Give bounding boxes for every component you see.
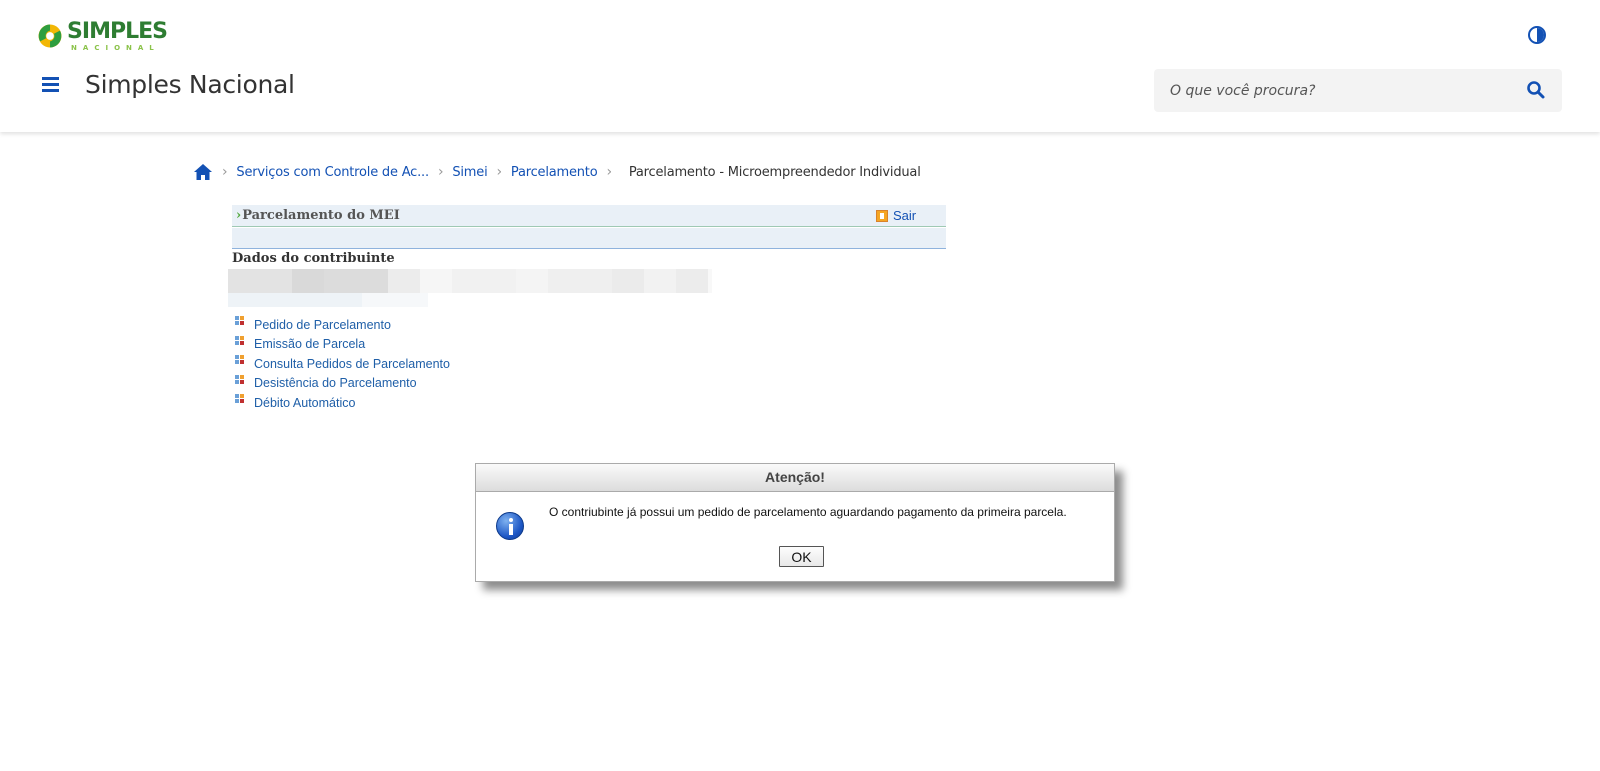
redacted-taxpayer-data bbox=[228, 269, 716, 293]
exit-icon bbox=[876, 209, 888, 222]
breadcrumb-current: Parcelamento - Microempreendedor Individ… bbox=[628, 164, 921, 180]
menu-bullet-icon bbox=[235, 355, 245, 367]
chevron-right-icon: › bbox=[236, 208, 242, 223]
chevron-right-icon: › bbox=[222, 164, 228, 180]
redacted-taxpayer-data-line2 bbox=[228, 293, 428, 307]
section-title: Dados do contribuinte bbox=[232, 251, 395, 266]
exit-label: Sair bbox=[893, 208, 917, 223]
menu-item-pedido-parcelamento[interactable]: Pedido de Parcelamento bbox=[235, 315, 450, 335]
panel-header: ›Parcelamento do MEI Sair bbox=[232, 205, 946, 227]
search-input[interactable] bbox=[1170, 69, 1520, 112]
panel-subheader bbox=[232, 228, 946, 249]
logo-word: SIMPLES bbox=[67, 18, 168, 44]
simples-nacional-logo[interactable]: SIMPLES NACIONAL bbox=[37, 17, 168, 55]
site-title: Simples Nacional bbox=[85, 70, 295, 99]
menu-bullet-icon bbox=[235, 316, 245, 328]
panel-title: ›Parcelamento do MEI bbox=[236, 208, 400, 223]
breadcrumb: › Serviços com Controle de Ac... › Simei… bbox=[193, 160, 921, 184]
menu-item-label: Emissão de Parcela bbox=[254, 337, 366, 352]
menu-item-label: Consulta Pedidos de Parcelamento bbox=[254, 356, 450, 371]
menu-bullet-icon bbox=[235, 335, 245, 348]
hamburger-menu-icon[interactable] bbox=[42, 77, 59, 92]
logo-mark-icon bbox=[38, 24, 62, 48]
dialog-title: Atenção! bbox=[476, 464, 1114, 492]
breadcrumb-item-parcelamento[interactable]: Parcelamento bbox=[511, 165, 598, 180]
chevron-right-icon: › bbox=[606, 164, 612, 180]
menu-item-label: Débito Automático bbox=[254, 395, 356, 410]
menu-item-emissao-parcela[interactable]: Emissão de Parcela bbox=[235, 335, 450, 355]
search-box bbox=[1154, 69, 1562, 112]
menu-item-consulta-pedidos[interactable]: Consulta Pedidos de Parcelamento bbox=[235, 354, 450, 374]
exit-button[interactable]: Sair bbox=[876, 208, 916, 223]
menu-bullet-icon bbox=[235, 374, 245, 387]
menu-item-label: Pedido de Parcelamento bbox=[254, 317, 391, 332]
search-icon[interactable] bbox=[1526, 80, 1546, 100]
breadcrumb-item-simei[interactable]: Simei bbox=[452, 165, 487, 180]
home-icon[interactable] bbox=[193, 163, 213, 181]
menu-item-label: Desistência do Parcelamento bbox=[254, 376, 417, 391]
contrast-icon[interactable] bbox=[1528, 26, 1546, 44]
breadcrumb-item-servicos[interactable]: Serviços com Controle de Ac... bbox=[236, 165, 429, 180]
panel-title-text: Parcelamento do MEI bbox=[242, 208, 400, 223]
service-menu: Pedido de Parcelamento Emissão de Parcel… bbox=[235, 315, 450, 413]
site-header: SIMPLES NACIONAL Simples Nacional bbox=[0, 0, 1600, 132]
dialog-message: O contriubinte já possui um pedido de pa… bbox=[549, 505, 1067, 519]
alert-dialog: Atenção! O contriubinte já possui um ped… bbox=[475, 463, 1115, 582]
info-icon bbox=[496, 512, 524, 540]
logo-text: SIMPLES NACIONAL bbox=[67, 18, 168, 52]
logo-subtitle: NACIONAL bbox=[71, 43, 160, 52]
ok-button[interactable]: OK bbox=[779, 546, 824, 567]
menu-item-desistencia[interactable]: Desistência do Parcelamento bbox=[235, 374, 450, 394]
chevron-right-icon: › bbox=[437, 164, 444, 180]
menu-item-debito-automatico[interactable]: Débito Automático bbox=[235, 393, 450, 413]
chevron-right-icon: › bbox=[496, 164, 502, 180]
menu-bullet-icon bbox=[235, 394, 245, 406]
